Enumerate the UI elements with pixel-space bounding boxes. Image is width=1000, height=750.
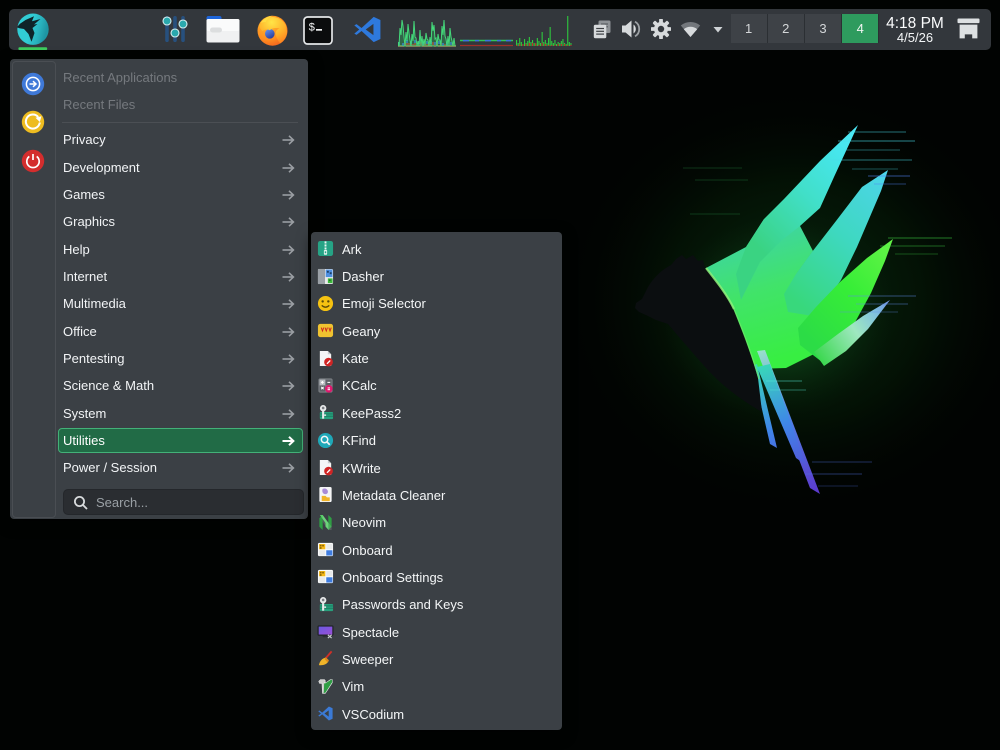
svg-text:$: $	[308, 22, 315, 34]
